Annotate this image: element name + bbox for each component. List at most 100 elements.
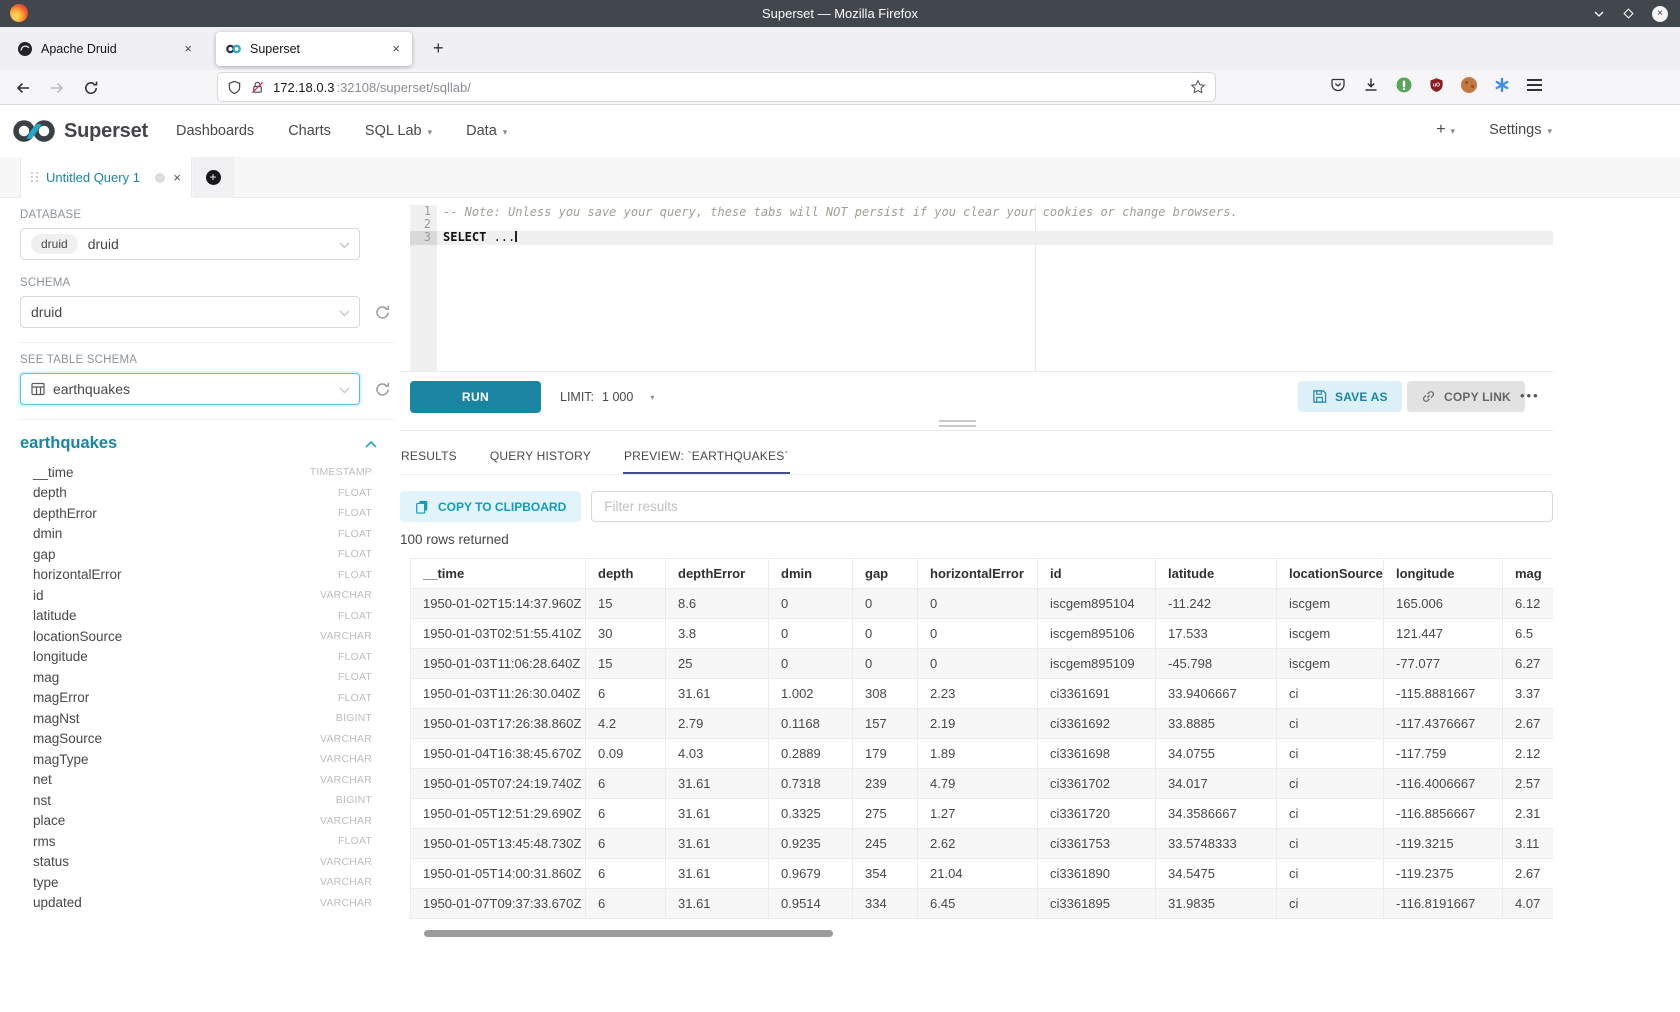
window-close-icon[interactable]: × (1652, 6, 1668, 22)
url-bar[interactable]: 172.18.0.3:32108/superset/sqllab/ (218, 73, 1215, 101)
column-header-horizontalerror[interactable]: horizontalError (918, 559, 1038, 589)
sql-editor[interactable]: 1 2 3 -- Note: Unless you save your quer… (410, 205, 1553, 371)
drag-dots-icon (31, 172, 38, 184)
table-cell: 30 (586, 619, 666, 649)
tab-close-icon[interactable]: × (181, 41, 195, 56)
add-new-button[interactable]: + ▾ (1436, 121, 1455, 139)
cookie-extension-icon[interactable] (1461, 77, 1477, 93)
menu-icon[interactable] (1527, 79, 1542, 91)
nav-item-dashboards[interactable]: Dashboards (176, 123, 254, 139)
back-icon[interactable] (12, 77, 34, 99)
copy-link-label: COPY LINK (1444, 390, 1511, 404)
table-cell: -117.4376667 (1384, 709, 1503, 739)
more-options-button[interactable]: ••• (1520, 388, 1540, 403)
reload-icon[interactable] (80, 77, 102, 99)
table-cell: 2.23 (918, 679, 1038, 709)
window-maximize-icon[interactable] (1622, 7, 1635, 20)
nav-item-charts[interactable]: Charts (288, 123, 331, 139)
tab-close-icon[interactable]: × (389, 41, 403, 56)
pocket-icon[interactable] (1330, 77, 1346, 93)
browser-tab-superset[interactable]: Superset × (216, 32, 412, 66)
run-button[interactable]: RUN (410, 381, 541, 413)
table-cell: 3.8 (666, 619, 769, 649)
column-header-dmin[interactable]: dmin (769, 559, 853, 589)
superset-logo-icon[interactable] (12, 117, 56, 145)
column-name: magNst (33, 711, 80, 726)
results-tab-query-history[interactable]: QUERY HISTORY (489, 438, 592, 474)
column-header-longitude[interactable]: longitude (1384, 559, 1503, 589)
database-select[interactable]: druid druid (20, 228, 360, 260)
column-header-id[interactable]: id (1038, 559, 1156, 589)
window-minimize-icon[interactable] (1593, 8, 1605, 20)
filter-results-input[interactable] (591, 491, 1553, 522)
nav-item-label: Data (466, 123, 497, 139)
table-cell: 6.12 (1503, 589, 1554, 619)
table-cell: 1.27 (918, 799, 1038, 829)
table-cell: ci3361753 (1038, 829, 1156, 859)
table-cell: ci (1277, 679, 1384, 709)
query-tab-untitled-query-1[interactable]: Untitled Query 1 × (20, 157, 192, 198)
horizontal-scrollbar[interactable] (424, 930, 833, 937)
asterisk-extension-icon[interactable] (1494, 77, 1510, 93)
schema-column-row: updatedVARCHAR (20, 893, 372, 914)
nav-item-sql-lab[interactable]: SQL Lab▾ (365, 123, 432, 139)
table-select[interactable]: earthquakes (20, 373, 360, 405)
bookmark-star-icon[interactable] (1190, 79, 1206, 95)
column-header-mag[interactable]: mag (1503, 559, 1554, 589)
add-query-tab-button[interactable]: + (193, 157, 234, 198)
table-cell: 4.79 (918, 769, 1038, 799)
divider (20, 419, 395, 420)
insecure-lock-icon[interactable] (250, 80, 265, 95)
table-row: 1950-01-04T16:38:45.670Z0.094.030.288917… (411, 739, 1554, 769)
nav-item-data[interactable]: Data▾ (466, 123, 507, 139)
table-cell: 0.09 (586, 739, 666, 769)
browser-tab-apache-druid[interactable]: Apache Druid × (8, 32, 204, 66)
copy-to-clipboard-button[interactable]: COPY TO CLIPBOARD (400, 491, 581, 522)
refresh-schema-icon[interactable] (374, 304, 391, 321)
downloads-icon[interactable] (1363, 77, 1379, 93)
save-as-button[interactable]: SAVE AS (1298, 381, 1402, 412)
column-header-locationsource[interactable]: locationSource (1277, 559, 1384, 589)
copy-link-button[interactable]: COPY LINK (1407, 381, 1525, 412)
superset-favicon-icon (225, 41, 242, 57)
forward-icon[interactable] (46, 77, 68, 99)
close-query-tab-icon[interactable]: × (173, 170, 181, 185)
column-header-time[interactable]: __time (411, 559, 586, 589)
brand-title[interactable]: Superset (64, 120, 148, 143)
extension-privacy-icon[interactable] (1396, 77, 1412, 93)
settings-menu[interactable]: Settings ▾ (1489, 122, 1552, 138)
column-header-deptherror[interactable]: depthError (666, 559, 769, 589)
collapse-table-icon[interactable] (365, 440, 377, 448)
resize-grip[interactable] (939, 420, 976, 429)
refresh-table-icon[interactable] (374, 381, 391, 398)
table-cell: 6 (586, 889, 666, 919)
schema-select[interactable]: druid (20, 296, 360, 328)
column-header-latitude[interactable]: latitude (1156, 559, 1277, 589)
table-cell: 275 (853, 799, 918, 829)
table-cell: 0 (918, 619, 1038, 649)
schema-column-row: idVARCHAR (20, 585, 372, 606)
column-header-depth[interactable]: depth (586, 559, 666, 589)
table-cell: 31.61 (666, 829, 769, 859)
table-cell: -116.4006667 (1384, 769, 1503, 799)
column-header-gap[interactable]: gap (853, 559, 918, 589)
divider (20, 342, 395, 343)
ublock-icon[interactable]: uO (1429, 77, 1444, 93)
schema-column-row: statusVARCHAR (20, 852, 372, 873)
column-type: VARCHAR (320, 589, 372, 601)
chevron-down-icon (339, 387, 350, 394)
tracking-shield-icon[interactable] (227, 80, 242, 95)
nav-item-label: SQL Lab (365, 123, 422, 139)
table-cell: 1950-01-05T07:24:19.740Z (411, 769, 586, 799)
query-tabbar: Untitled Query 1 × + (0, 157, 1680, 198)
results-tab-results[interactable]: RESULTS (400, 438, 458, 474)
limit-control[interactable]: LIMIT: 1 000 ▾ (560, 390, 654, 404)
table-cell: 1.89 (918, 739, 1038, 769)
column-type: FLOAT (338, 569, 372, 581)
table-name-title[interactable]: earthquakes (20, 434, 117, 453)
schema-column-row: rmsFLOAT (20, 831, 372, 852)
table-body: 1950-01-02T15:14:37.960Z158.6000iscgem89… (411, 589, 1554, 919)
table-row: 1950-01-03T02:51:55.410Z303.8000iscgem89… (411, 619, 1554, 649)
results-tab-preview-earthquakes[interactable]: PREVIEW: `EARTHQUAKES` (623, 438, 790, 474)
new-tab-icon[interactable]: + (424, 38, 453, 59)
